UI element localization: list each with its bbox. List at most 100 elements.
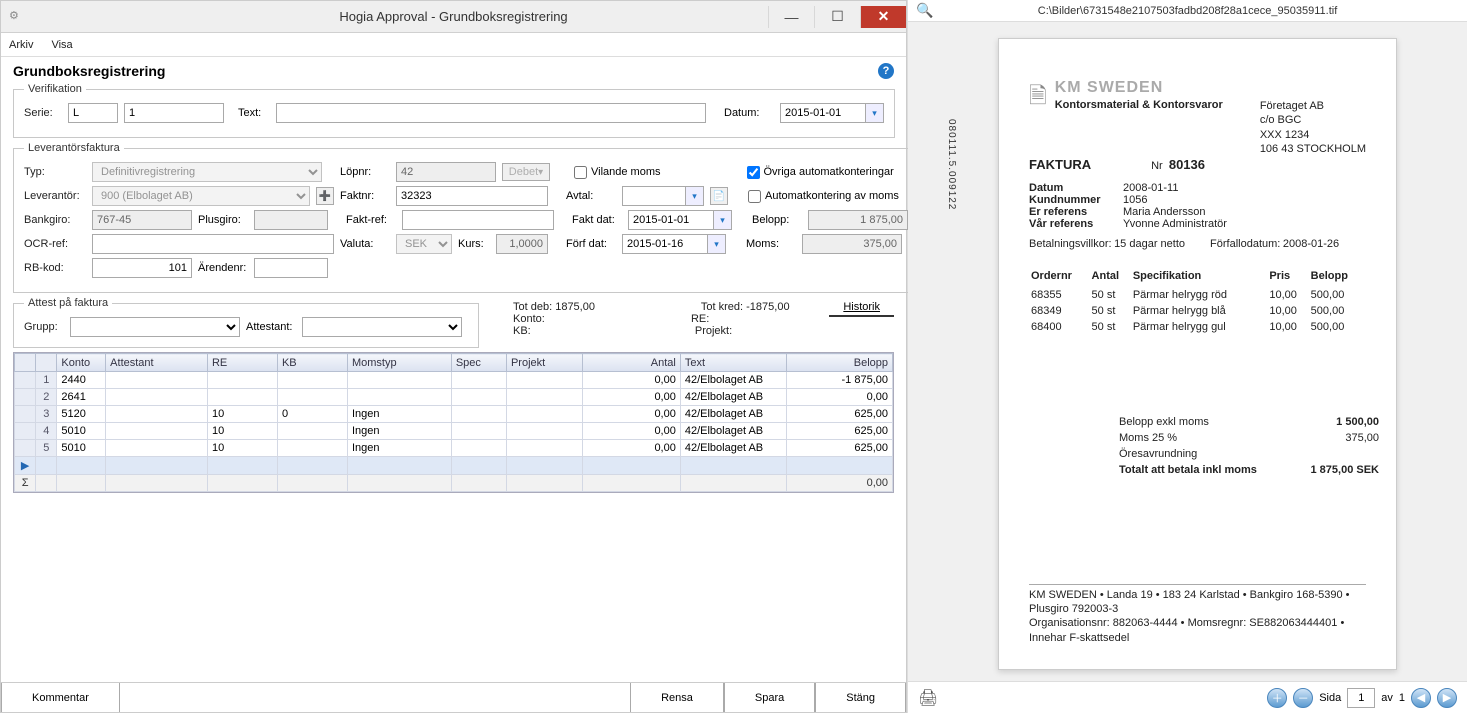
avtal-browse-icon[interactable]: 📄 [710, 187, 728, 205]
rbkod-label: RB-kod: [24, 262, 86, 274]
verifikation-datum-input[interactable] [780, 103, 866, 123]
faktdat-label: Fakt dat: [572, 214, 622, 226]
invoice-title: FAKTURA [1029, 157, 1091, 172]
rbkod-input[interactable] [92, 258, 192, 278]
leverantorsfaktura-group: Leverantörsfaktura Typ: Definitivregistr… [13, 142, 919, 293]
serie-label: Serie: [24, 107, 62, 119]
moms-input [802, 234, 902, 254]
spara-button[interactable]: Spara [724, 683, 815, 712]
page-total: 1 [1399, 692, 1405, 704]
app-icon: ⚙ [9, 9, 25, 25]
next-page-icon[interactable]: ▶ [1437, 688, 1457, 708]
invoice-line: 6835550 stPärmar helrygg röd10,00500,00 [1031, 288, 1364, 302]
grid-header: KontoAttestant REKB MomstypSpec ProjektA… [15, 354, 893, 372]
avtal-dropdown-icon[interactable]: ▾ [686, 186, 704, 206]
bankgiro-label: Bankgiro: [24, 214, 86, 226]
text-label: Text: [238, 107, 270, 119]
faktdat-dropdown-icon[interactable]: ▾ [714, 210, 732, 230]
verifikation-legend: Verifikation [24, 83, 86, 95]
ocr-input[interactable] [92, 234, 334, 254]
arendenr-input[interactable] [254, 258, 328, 278]
print-icon[interactable]: 🖨 [918, 688, 938, 708]
lev-legend: Leverantörsfaktura [24, 142, 124, 154]
automoms-label: Automatkontering av moms [765, 190, 899, 202]
leverantor-add-icon[interactable]: ➕ [316, 187, 334, 205]
ovriga-checkbox[interactable] [747, 166, 760, 179]
serie-input[interactable] [68, 103, 118, 123]
invoice-line: 6840050 stPärmar helrygg gul10,00500,00 [1031, 320, 1364, 334]
invoice-logo-sub: Kontorsmaterial & Kontorsvaror [1055, 99, 1223, 111]
invoice-page: 080111.5.009122 🗎 KM SWEDEN Kontorsmater… [998, 38, 1397, 670]
vilande-moms-checkbox[interactable] [574, 166, 587, 179]
zoom-in-icon[interactable]: ＋ [1267, 688, 1287, 708]
table-row-new[interactable]: ▶ [15, 457, 893, 475]
faktref-input[interactable] [402, 210, 554, 230]
datum-dropdown-icon[interactable]: ▾ [866, 103, 884, 123]
kommentar-button[interactable]: Kommentar [1, 683, 120, 712]
arendenr-label: Ärendenr: [198, 262, 248, 274]
historik-button[interactable]: Historik [829, 299, 894, 317]
forf-dropdown-icon[interactable]: ▾ [708, 234, 726, 254]
table-row[interactable]: 124400,0042/Elbolaget AB-1 875,00 [15, 372, 893, 389]
table-row[interactable]: 4501010Ingen0,0042/Elbolaget AB625,00 [15, 423, 893, 440]
faktref-label: Fakt-ref: [346, 214, 396, 226]
valuta-select: SEK [396, 234, 452, 254]
invoice-terms: Betalningsvillkor: 15 dagar netto Förfal… [1029, 238, 1366, 250]
forf-input[interactable] [622, 234, 708, 254]
rensa-button[interactable]: Rensa [630, 683, 724, 712]
titlebar: ⚙ Hogia Approval - Grundboksregistrering… [1, 1, 906, 33]
doc-icon: 🗎 [1029, 79, 1047, 117]
close-button[interactable]: ✕ [860, 6, 906, 28]
maximize-button[interactable]: ☐ [814, 6, 860, 28]
faktnr-input[interactable] [396, 186, 548, 206]
menu-visa[interactable]: Visa [51, 39, 72, 51]
invoice-totals: Belopp exkl moms1 500,00 Moms 25 %375,00… [1119, 416, 1366, 476]
typ-select: Definitivregistrering [92, 162, 322, 182]
recipient-address: Företaget ABc/o BGC XXX 1234106 43 STOCK… [1260, 99, 1366, 156]
menubar: Arkiv Visa [1, 33, 906, 57]
table-row[interactable]: 35120100Ingen0,0042/Elbolaget AB625,00 [15, 406, 893, 423]
attestant-select[interactable] [302, 317, 462, 337]
attest-legend: Attest på faktura [24, 297, 112, 309]
automoms-checkbox[interactable] [748, 190, 761, 203]
datum-label: Datum: [724, 107, 774, 119]
viewer-titlebar: 🔍 C:\Bilder\6731548e2107503fadbd208f28a1… [908, 0, 1467, 22]
sida-label: Sida [1319, 692, 1341, 704]
document-viewport[interactable]: 080111.5.009122 🗎 KM SWEDEN Kontorsmater… [908, 22, 1467, 681]
minimize-button[interactable]: — [768, 6, 814, 28]
ocr-label: OCR-ref: [24, 238, 86, 250]
page-title: Grundboksregistrering [13, 63, 165, 79]
table-row[interactable]: 226410,0042/Elbolaget AB0,00 [15, 389, 893, 406]
preview-icon: 🔍 [916, 2, 933, 19]
av-label: av [1381, 692, 1393, 704]
table-row[interactable]: 5501010Ingen0,0042/Elbolaget AB625,00 [15, 440, 893, 457]
faktdat-input[interactable] [628, 210, 714, 230]
invoice-meta: Datum2008-01-11 Kundnummer1056 Er refere… [1029, 182, 1366, 230]
kurs-label: Kurs: [458, 238, 490, 250]
stang-button[interactable]: Stäng [815, 683, 906, 712]
ovriga-label: Övriga automatkonteringar [764, 166, 894, 178]
faktnr-label: Faktnr: [340, 190, 390, 202]
viewer-toolbar: 🖨 ＋ － Sida av 1 ◀ ▶ [908, 681, 1467, 713]
leverantor-label: Leverantör: [24, 190, 86, 202]
page-input[interactable] [1347, 688, 1375, 708]
forf-label: Förf dat: [566, 238, 616, 250]
serie-nr-input[interactable] [124, 103, 224, 123]
plusgiro-input [254, 210, 328, 230]
grupp-select[interactable] [70, 317, 240, 337]
zoom-out-icon[interactable]: － [1293, 688, 1313, 708]
leverantor-select: 900 (Elbolaget AB) [92, 186, 310, 206]
table-row-sum: Σ0,00 [15, 475, 893, 492]
invoice-footer: KM SWEDEN • Landa 19 • 183 24 Karlstad •… [1029, 584, 1366, 645]
moms-label: Moms: [746, 238, 796, 250]
posting-grid[interactable]: KontoAttestant REKB MomstypSpec ProjektA… [13, 352, 894, 493]
menu-arkiv[interactable]: Arkiv [9, 39, 33, 51]
prev-page-icon[interactable]: ◀ [1411, 688, 1431, 708]
verifikation-text-input[interactable] [276, 103, 706, 123]
viewer-path: C:\Bilder\6731548e2107503fadbd208f28a1ce… [1038, 5, 1338, 17]
grupp-label: Grupp: [24, 321, 64, 333]
avtal-input[interactable] [622, 186, 686, 206]
invoice-lines: OrdernrAntal SpecifikationPris Belopp 68… [1029, 268, 1366, 336]
belopp-input [808, 210, 908, 230]
help-icon[interactable]: ? [878, 63, 894, 79]
